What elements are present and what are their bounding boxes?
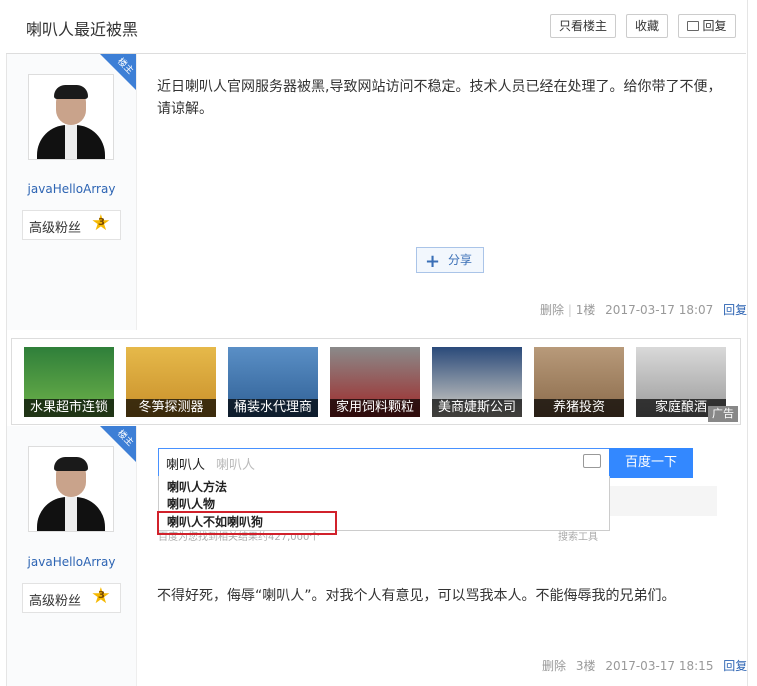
ad-item[interactable]: 美商婕斯公司: [432, 347, 522, 417]
comment-icon: [687, 21, 700, 31]
post-1-meta: 删除 | 1楼 2017-03-17 18:07 回复: [540, 301, 747, 318]
ad-label: 桶装水代理商: [228, 399, 318, 417]
author-name[interactable]: javaHelloArray: [7, 555, 136, 569]
ad-strip: 水果超市连锁 冬笋探测器 桶装水代理商 家用饲料颗粒 美商婕斯公司 养猪投资 家…: [11, 338, 741, 425]
ad-label: 养猪投资: [534, 399, 624, 417]
meta-divider: |: [567, 303, 576, 317]
fan-level: 3: [98, 590, 105, 601]
ad-item[interactable]: 水果超市连锁: [24, 347, 114, 417]
share-button[interactable]: + 分享: [416, 247, 484, 273]
results-bg: [608, 486, 717, 516]
fan-level: 3: [98, 217, 105, 228]
op-tag: 楼主: [100, 426, 136, 462]
floor-number: 3楼: [575, 659, 596, 673]
floor-number: 1楼: [575, 303, 596, 317]
share-label: 分享: [448, 253, 473, 267]
suggestion-item[interactable]: 喇叭人方法: [167, 478, 227, 495]
delete-link[interactable]: 删除: [540, 303, 564, 317]
only-op-button[interactable]: 只看楼主: [550, 14, 616, 38]
op-tag: 楼主: [100, 54, 136, 90]
camera-icon[interactable]: [583, 454, 601, 468]
collect-button[interactable]: 收藏: [626, 14, 668, 38]
post-reply-link[interactable]: 回复: [723, 659, 747, 673]
fan-badge[interactable]: 高级粉丝 ★ 3: [22, 583, 121, 613]
delete-link[interactable]: 删除: [542, 659, 566, 673]
ad-item[interactable]: 冬笋探测器: [126, 347, 216, 417]
ad-label: 美商婕斯公司: [432, 399, 522, 417]
ad-item[interactable]: 桶装水代理商: [228, 347, 318, 417]
reply-button-label: 回复: [702, 19, 727, 33]
ad-item[interactable]: 养猪投资: [534, 347, 624, 417]
post-2-author-panel: javaHelloArray 高级粉丝 ★ 3: [7, 426, 137, 686]
ad-tag: 广告: [708, 406, 738, 422]
ad-label: 冬笋探测器: [126, 399, 216, 417]
thread-title: 喇叭人最近被黑: [26, 20, 139, 39]
ad-label: 家用饲料颗粒: [330, 399, 420, 417]
avatar-shirt: [65, 125, 77, 159]
post-2-meta: 删除 3楼 2017-03-17 18:15 回复: [542, 657, 747, 674]
post-time: 2017-03-17 18:07: [605, 303, 714, 317]
ad-item[interactable]: 家用饲料颗粒: [330, 347, 420, 417]
post-1-content: 近日喇叭人官网服务器被黑,导致网站访问不稳定。技术人员已经在处理了。给你带了不便…: [157, 79, 722, 117]
post-2-content: 不得好死，侮辱“喇叭人”。对我个人有意见，可以骂我本人。不能侮辱我的兄弟们。: [157, 588, 676, 604]
search-button[interactable]: 百度一下: [609, 448, 693, 478]
author-name[interactable]: javaHelloArray: [7, 182, 136, 196]
fan-badge-label: 高级粉丝: [29, 221, 82, 236]
plus-icon: +: [425, 251, 441, 272]
post-reply-link[interactable]: 回复: [723, 303, 747, 317]
post-1-author-panel: javaHelloArray 高级粉丝 ★ 3: [7, 54, 137, 330]
highlight-box: [157, 511, 337, 535]
fan-badge-label: 高级粉丝: [29, 594, 82, 609]
avatar-hair: [54, 85, 88, 99]
reply-button[interactable]: 回复: [678, 14, 736, 38]
search-placeholder: 喇叭人: [216, 458, 256, 473]
search-input[interactable]: 喇叭人 喇叭人: [158, 448, 610, 478]
avatar-shirt: [65, 497, 77, 531]
thread-header: 喇叭人最近被黑 只看楼主 收藏 回复: [6, 0, 746, 54]
ad-label: 水果超市连锁: [24, 399, 114, 417]
avatar-hair: [54, 457, 88, 471]
fan-badge[interactable]: 高级粉丝 ★ 3: [22, 210, 121, 240]
post-time: 2017-03-17 18:15: [605, 659, 714, 673]
suggestion-item[interactable]: 喇叭人物: [167, 495, 215, 512]
search-typed-text: 喇叭人: [166, 458, 206, 473]
